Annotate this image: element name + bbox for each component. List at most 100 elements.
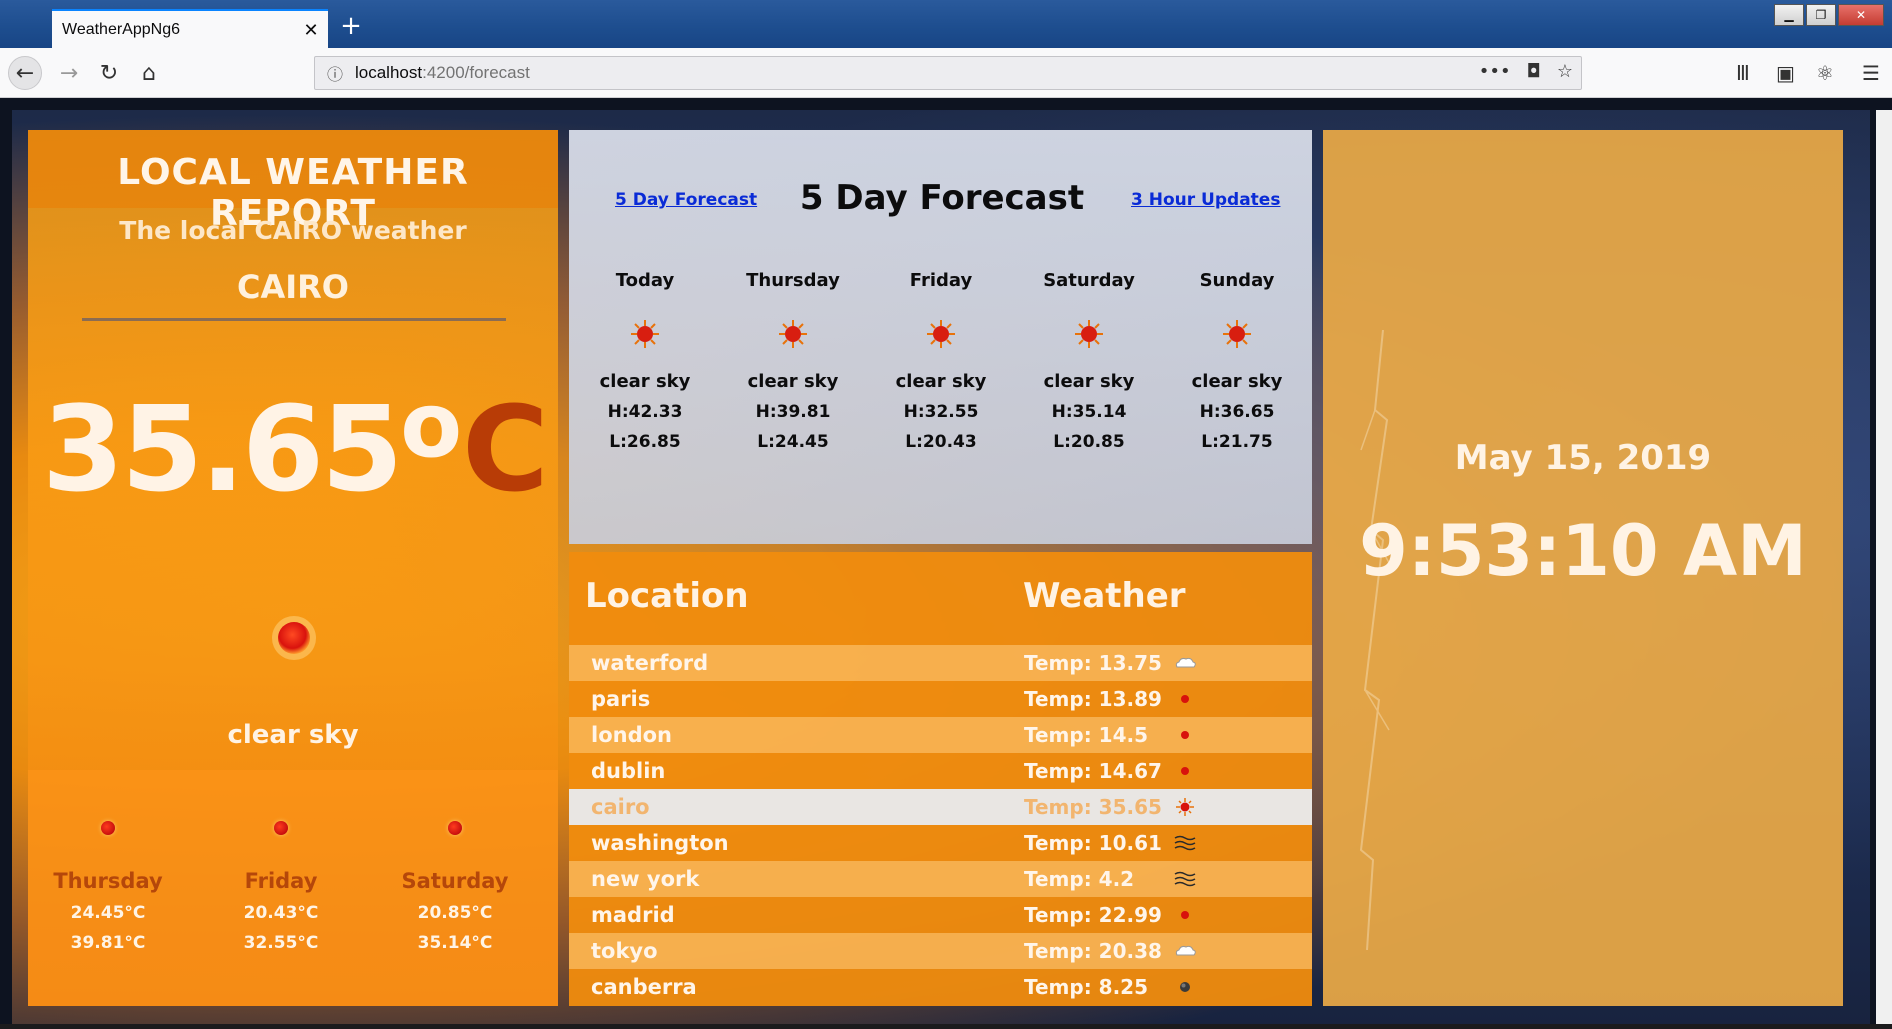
- bookmark-star-icon[interactable]: ☆: [1557, 61, 1573, 82]
- location-city: waterford: [591, 651, 709, 675]
- mini-forecast-day: Thursday 24.45°C 39.81°C: [28, 820, 188, 953]
- location-row[interactable]: paris Temp: 13.89: [569, 681, 1312, 717]
- forecast-summary: clear sky: [895, 371, 987, 392]
- five-day-forecast-link[interactable]: 5 Day Forecast: [615, 190, 757, 210]
- mist-icon: [1174, 871, 1196, 887]
- forecast-high: H:32.55: [903, 402, 979, 422]
- forecast-day-column: Sunday clear sky H:36.65 L:21.75: [1163, 270, 1311, 452]
- home-icon[interactable]: ⌂: [132, 56, 166, 90]
- maximize-icon[interactable]: ❐: [1806, 4, 1836, 26]
- local-city-name: CAIRO: [237, 268, 349, 306]
- forecast-low: L:24.45: [757, 432, 829, 452]
- sun-icon: [631, 320, 659, 348]
- location-city: paris: [591, 687, 651, 711]
- forecast-high: H:42.33: [607, 402, 683, 422]
- forecast-summary: clear sky: [1191, 371, 1283, 392]
- url-bar[interactable]: ⓘ localhost:4200/forecast ••• ◘ ☆: [314, 56, 1582, 90]
- sidebar-icon[interactable]: ▣: [1776, 61, 1795, 85]
- forecast-low: L:26.85: [609, 432, 681, 452]
- forecast-day-name: Sunday: [1199, 270, 1275, 291]
- scrollbar[interactable]: [1876, 110, 1892, 1024]
- mini-forecast-high: 35.14°C: [417, 933, 493, 953]
- reload-icon[interactable]: ↻: [92, 56, 126, 90]
- current-temperature: 35.65oC: [42, 373, 549, 518]
- mini-forecast-high: 39.81°C: [70, 933, 146, 953]
- location-temp: Temp: 8.25: [1024, 975, 1149, 999]
- tab-close-icon[interactable]: ✕: [294, 20, 328, 41]
- menu-icon[interactable]: ☰: [1862, 61, 1880, 85]
- location-row-selected[interactable]: cairo Temp: 35.65: [569, 789, 1312, 825]
- navigation-bar: ← → ↻ ⌂ ⓘ localhost:4200/forecast ••• ◘ …: [0, 48, 1892, 98]
- location-row[interactable]: tokyo Temp: 20.38: [569, 933, 1312, 969]
- browser-tab[interactable]: WeatherAppNg6 ✕: [52, 9, 328, 49]
- location-city: canberra: [591, 975, 697, 999]
- mini-forecast-day: Friday 20.43°C 32.55°C: [201, 820, 361, 953]
- tab-title: WeatherAppNg6: [62, 21, 180, 38]
- pocket-icon[interactable]: ◘: [1527, 61, 1541, 82]
- cloud-icon: [1175, 657, 1196, 668]
- weather-header: Weather: [1023, 576, 1186, 616]
- window-titlebar: WeatherAppNg6 ✕ + ▁ ❐ ✕: [0, 0, 1892, 49]
- sun-icon: [927, 320, 955, 348]
- forecast-high: H:39.81: [755, 402, 831, 422]
- temperature-value: 35.65: [42, 380, 403, 518]
- location-city: tokyo: [591, 939, 658, 963]
- location-temp: Temp: 13.89: [1024, 687, 1162, 711]
- location-row[interactable]: waterford Temp: 13.75: [569, 645, 1312, 681]
- forecast-day-name: Saturday: [1043, 270, 1135, 291]
- red-dot-icon: [1181, 731, 1189, 739]
- forecast-day-name: Today: [615, 270, 675, 291]
- back-arrow-icon[interactable]: ←: [8, 56, 42, 90]
- red-dot-icon: [448, 821, 462, 835]
- location-temp: Temp: 20.38: [1024, 939, 1162, 963]
- location-city: washington: [591, 831, 729, 855]
- forecast-summary: clear sky: [599, 371, 691, 392]
- date-time-panel: May 15, 2019 9:53:10 AM: [1323, 130, 1843, 1006]
- close-window-icon[interactable]: ✕: [1838, 4, 1884, 26]
- location-city: madrid: [591, 903, 675, 927]
- location-row[interactable]: madrid Temp: 22.99: [569, 897, 1312, 933]
- forecast-high: H:36.65: [1199, 402, 1275, 422]
- forward-arrow-icon[interactable]: →: [52, 56, 86, 90]
- location-row[interactable]: new york Temp: 4.2: [569, 861, 1312, 897]
- forecast-day-column: Today clear sky H:42.33 L:26.85: [571, 270, 719, 452]
- forecast-day-column: Thursday clear sky H:39.81 L:24.45: [719, 270, 867, 452]
- location-row[interactable]: dublin Temp: 14.67: [569, 753, 1312, 789]
- new-tab-icon[interactable]: +: [336, 12, 366, 42]
- forecast-low: L:20.43: [905, 432, 977, 452]
- forecast-day-column: Friday clear sky H:32.55 L:20.43: [867, 270, 1015, 452]
- forecast-summary: clear sky: [1043, 371, 1135, 392]
- library-icon[interactable]: Ⅲ: [1736, 61, 1750, 85]
- location-temp: Temp: 14.67: [1024, 759, 1162, 783]
- location-temp: Temp: 10.61: [1024, 831, 1162, 855]
- location-city: new york: [591, 867, 700, 891]
- extension-icon[interactable]: ⚛: [1816, 61, 1834, 85]
- sun-icon: [1176, 798, 1194, 816]
- three-hour-updates-link[interactable]: 3 Hour Updates: [1131, 190, 1280, 210]
- current-condition: clear sky: [227, 720, 359, 750]
- url-path: :4200/forecast: [422, 63, 530, 82]
- location-row[interactable]: washington Temp: 10.61: [569, 825, 1312, 861]
- location-temp: Temp: 22.99: [1024, 903, 1162, 927]
- sun-icon: [1223, 320, 1251, 348]
- location-row[interactable]: london Temp: 14.5: [569, 717, 1312, 753]
- forecast-day-name: Friday: [909, 270, 973, 291]
- site-info-icon[interactable]: ⓘ: [315, 61, 355, 85]
- current-time: 9:53:10 AM: [1359, 510, 1807, 592]
- mini-forecast-day-name: Friday: [244, 869, 318, 893]
- temperature-unit: C: [462, 380, 549, 518]
- five-day-forecast-panel: 5 Day Forecast 5 Day Forecast 3 Hour Upd…: [569, 130, 1312, 544]
- page-actions-icon[interactable]: •••: [1479, 61, 1511, 82]
- lightning-background-icon: [1359, 330, 1394, 950]
- location-header: Location: [585, 576, 749, 616]
- mini-forecast-low: 20.85°C: [417, 903, 493, 923]
- location-row[interactable]: canberra Temp: 8.25: [569, 969, 1312, 1005]
- location-city: cairo: [591, 795, 650, 819]
- minimize-icon[interactable]: ▁: [1774, 4, 1804, 26]
- location-temp: Temp: 13.75: [1024, 651, 1162, 675]
- dark-moon-icon: [1180, 982, 1190, 992]
- url-host: localhost: [355, 63, 423, 82]
- forecast-summary: clear sky: [747, 371, 839, 392]
- degree-symbol: o: [400, 373, 463, 478]
- location-temp: Temp: 14.5: [1024, 723, 1149, 747]
